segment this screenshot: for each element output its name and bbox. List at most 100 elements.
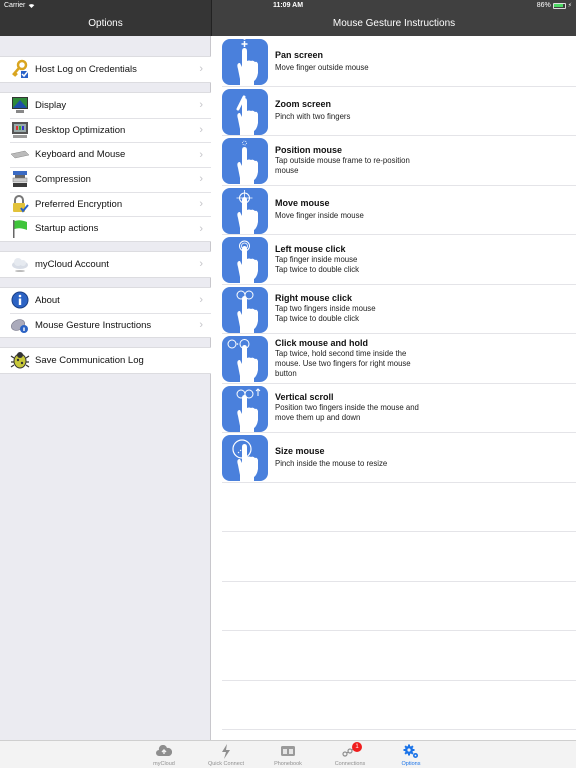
options-title: Options	[88, 18, 123, 29]
chevron-right-icon: ›	[199, 63, 203, 76]
tab-phonebook[interactable]: Phonebook	[258, 741, 318, 768]
two-finger-tap-gesture-icon	[222, 286, 268, 333]
gesture-text: Vertical scroll Position two fingers insi…	[275, 384, 566, 433]
keyboard-icon	[10, 145, 30, 165]
charging-icon: ⚡	[567, 3, 572, 9]
connections-icon	[320, 743, 380, 759]
gesture-description: Pinch with two fingers	[275, 112, 351, 122]
pinch-gesture-icon	[222, 88, 268, 135]
option-label: Host Log on Credentials	[35, 63, 137, 75]
gears-icon	[381, 743, 441, 759]
gesture-text: Click mouse and hold Tap twice, hold seco…	[275, 334, 566, 383]
gesture-title: Zoom screen	[275, 99, 332, 110]
monitor-icon	[10, 120, 30, 140]
section-help: About › Mouse Gesture Instructions ›	[0, 287, 211, 339]
option-label: Keyboard and Mouse	[35, 149, 126, 161]
section-settings: Display › Desktop Optimization › Keyboar…	[0, 92, 211, 243]
option-save-communication-log[interactable]: Save Communication Log	[0, 348, 211, 373]
gesture-text: Size mouse Pinch inside the mouse to resi…	[275, 433, 566, 482]
chevron-right-icon: ›	[199, 198, 203, 211]
section-cloud: myCloud Account ›	[0, 251, 211, 278]
options-list: Host Log on Credentials › Display › Desk…	[0, 36, 211, 740]
gesture-row: Click mouse and hold Tap twice, hold seco…	[222, 334, 576, 384]
option-display[interactable]: Display ›	[0, 93, 211, 118]
gesture-title: Vertical scroll	[275, 392, 334, 403]
empty-row	[222, 631, 576, 681]
cloud-icon	[10, 254, 30, 274]
tab-label: Phonebook	[274, 761, 302, 767]
battery-percent: 86%	[536, 2, 551, 9]
chevron-right-icon: ›	[199, 258, 203, 271]
flag-icon	[10, 219, 30, 239]
gesture-title: Left mouse click	[275, 243, 346, 254]
tab-connections[interactable]: 1 Connections	[320, 741, 380, 768]
option-label: Compression	[35, 173, 91, 185]
chevron-right-icon: ›	[199, 173, 203, 186]
bug-icon	[10, 350, 30, 370]
gesture-description: Move finger inside mouse	[275, 211, 364, 221]
option-mycloud-account[interactable]: myCloud Account ›	[0, 252, 211, 277]
option-label: myCloud Account	[35, 258, 109, 270]
option-desktop-optimization[interactable]: Desktop Optimization ›	[0, 117, 211, 143]
option-compression[interactable]: Compression ›	[0, 167, 211, 192]
gesture-row: Pan screen Move finger outside mouse	[222, 37, 576, 87]
compression-icon	[10, 169, 30, 189]
gesture-description: Tap two fingers inside mouse Tap twice t…	[275, 304, 376, 324]
pan-gesture-icon	[222, 39, 268, 85]
option-mouse-gesture-instructions[interactable]: Mouse Gesture Instructions ›	[0, 312, 211, 338]
gesture-description: Tap twice, hold second time inside the m…	[275, 348, 411, 378]
mouse-info-icon	[10, 315, 30, 335]
cloud-upload-icon	[134, 743, 194, 759]
gesture-text: Position mouse Tap outside mouse frame to…	[275, 136, 566, 185]
section-credentials: Host Log on Credentials ›	[0, 56, 211, 83]
tab-label: Connections	[334, 761, 366, 767]
gesture-text: Left mouse click Tap finger inside mouse …	[275, 235, 566, 284]
gesture-text: Pan screen Move finger outside mouse	[275, 37, 566, 86]
gesture-title: Click mouse and hold	[275, 337, 369, 348]
move-gesture-icon	[222, 187, 268, 234]
gesture-description: Move finger outside mouse	[275, 62, 369, 72]
empty-row	[222, 483, 576, 532]
gesture-description: Tap outside mouse frame to re-position m…	[275, 155, 410, 175]
gesture-title: Right mouse click	[275, 293, 353, 304]
chevron-right-icon: ›	[199, 124, 203, 137]
chevron-right-icon: ›	[199, 222, 203, 235]
connections-badge: 1	[352, 742, 362, 752]
option-host-log-on-credentials[interactable]: Host Log on Credentials ›	[0, 57, 211, 82]
option-label: Startup actions	[35, 223, 99, 235]
lightning-icon	[196, 743, 256, 759]
tab-mycloud[interactable]: myCloud	[134, 741, 194, 768]
clock: 11:09 AM	[272, 2, 304, 9]
tap-gesture-icon	[222, 237, 268, 283]
tab-options[interactable]: Options	[381, 741, 441, 768]
option-about[interactable]: About ›	[0, 288, 211, 313]
tab-label: myCloud	[153, 761, 175, 767]
option-startup-actions[interactable]: Startup actions ›	[0, 216, 211, 241]
chevron-right-icon: ›	[199, 294, 203, 307]
empty-row	[222, 582, 576, 631]
gesture-description: Pinch inside the mouse to resize	[275, 458, 388, 468]
gesture-title: Pan screen	[275, 49, 324, 60]
battery-icon	[552, 2, 566, 9]
option-label: Mouse Gesture Instructions	[35, 319, 152, 331]
gesture-text: Move mouse Move finger inside mouse	[275, 186, 566, 235]
gesture-text: Right mouse click Tap two fingers inside …	[275, 285, 566, 334]
option-keyboard-and-mouse[interactable]: Keyboard and Mouse ›	[0, 142, 211, 167]
option-preferred-encryption[interactable]: Preferred Encryption ›	[0, 191, 211, 217]
gesture-title: Move mouse	[275, 198, 330, 209]
resize-gesture-icon	[222, 435, 268, 481]
position-gesture-icon	[222, 138, 268, 184]
gesture-row: Vertical scroll Position two fingers insi…	[222, 384, 576, 433]
gesture-row: Zoom screen Pinch with two fingers	[222, 87, 576, 136]
chevron-right-icon: ›	[199, 319, 203, 332]
tab-quick-connect[interactable]: Quick Connect	[196, 741, 256, 768]
gesture-row: Position mouse Tap outside mouse frame to…	[222, 136, 576, 186]
tab-label: Options	[401, 761, 421, 767]
info-icon	[10, 290, 30, 310]
option-label: Save Communication Log	[35, 354, 144, 366]
battery-status: 86% ⚡	[537, 2, 572, 9]
gesture-list: Pan screen Move finger outside mouse Zoom …	[212, 36, 576, 740]
gesture-row: Right mouse click Tap two fingers inside …	[222, 285, 576, 334]
gesture-description: Position two fingers inside the mouse an…	[275, 403, 419, 423]
tab-label: Quick Connect	[207, 761, 245, 767]
